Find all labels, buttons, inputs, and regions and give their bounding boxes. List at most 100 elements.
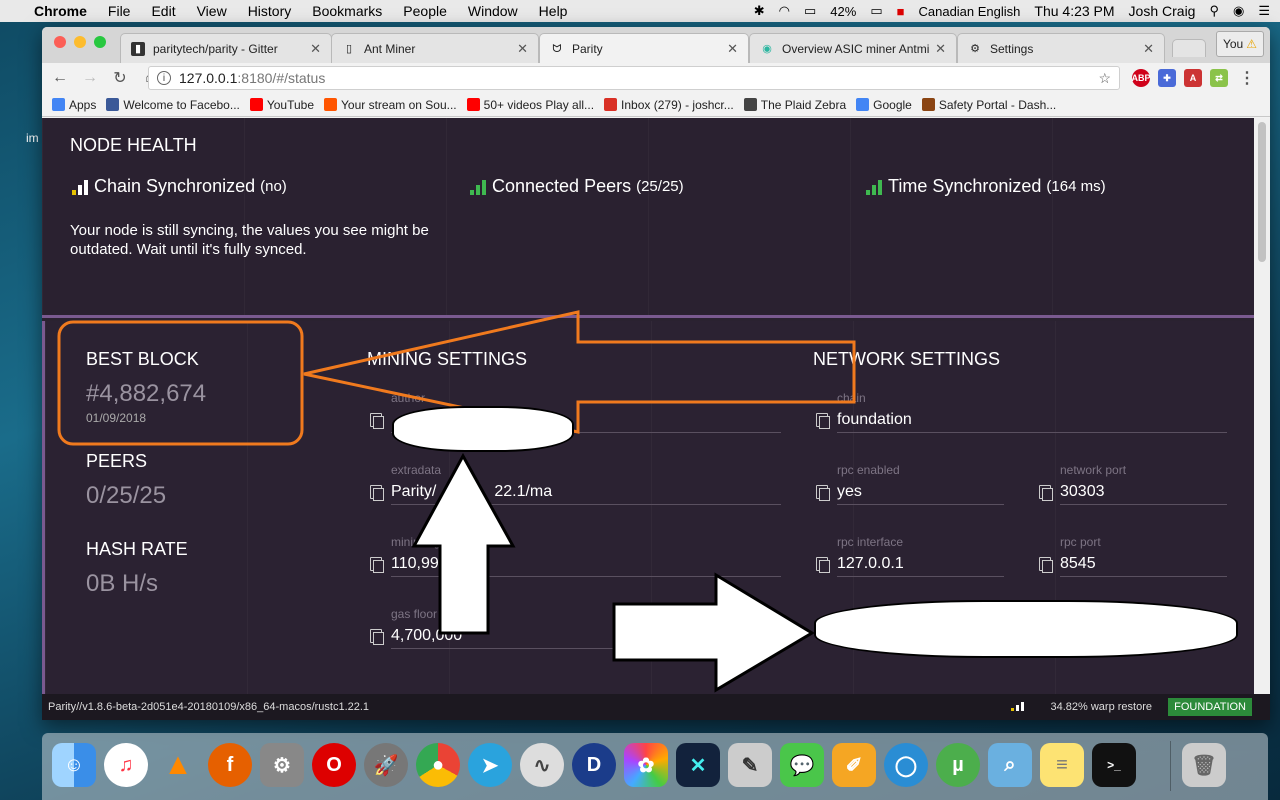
- firefox-icon[interactable]: f: [208, 743, 252, 787]
- battery-percent[interactable]: 42%: [830, 4, 856, 19]
- bookmark-gmail[interactable]: Inbox (279) - joshcr...: [604, 98, 734, 112]
- menu-window[interactable]: Window: [468, 3, 518, 19]
- copy-icon[interactable]: [1039, 557, 1053, 573]
- menu-history[interactable]: History: [248, 3, 292, 19]
- adblock-icon[interactable]: ABP: [1132, 69, 1151, 87]
- close-tab-icon[interactable]: ✕: [727, 41, 738, 57]
- system-preferences-icon[interactable]: ⚙: [260, 743, 304, 787]
- menu-icon[interactable]: ⋮: [1238, 69, 1256, 87]
- bookmark-plaid-zebra[interactable]: The Plaid Zebra: [743, 98, 846, 112]
- menu-help[interactable]: Help: [539, 3, 568, 19]
- rpc-interface-value[interactable]: 127.0.0.1: [837, 555, 1004, 577]
- menu-people[interactable]: People: [403, 3, 447, 19]
- wifi-icon[interactable]: ◠: [779, 3, 790, 19]
- pages-icon[interactable]: ✐: [832, 743, 876, 787]
- airplay-icon[interactable]: ▭: [804, 3, 816, 19]
- chrome-icon[interactable]: ●: [416, 743, 460, 787]
- tab-overview-asic[interactable]: ◉ Overview ASIC miner Antmi ✕: [749, 33, 957, 63]
- tab-gitter[interactable]: ▮ paritytech/parity - Gitter ✕: [120, 33, 332, 63]
- rpc-port-value[interactable]: 8545: [1060, 555, 1227, 577]
- extradata-value[interactable]: Parity/22.1/ma: [391, 483, 781, 505]
- minimize-window-button[interactable]: [74, 36, 86, 48]
- back-icon[interactable]: ←: [48, 69, 72, 87]
- vlc-icon[interactable]: ▲: [156, 743, 200, 787]
- user-name[interactable]: Josh Craig: [1129, 3, 1196, 19]
- rpc-enabled-value[interactable]: yes: [837, 483, 1004, 505]
- input-source[interactable]: Canadian English: [918, 4, 1020, 19]
- tab-parity[interactable]: ᗢ Parity ✕: [539, 33, 749, 64]
- battery-icon[interactable]: ▭: [870, 3, 882, 19]
- preview-icon[interactable]: ⌕: [988, 743, 1032, 787]
- copy-icon[interactable]: [1039, 485, 1053, 501]
- min-gas-price-value[interactable]: 110,99: [391, 555, 781, 577]
- launchpad-icon[interactable]: 🚀: [364, 743, 408, 787]
- bookmark-safety-portal[interactable]: Safety Portal - Dash...: [921, 98, 1056, 112]
- opera-icon[interactable]: O: [312, 743, 356, 787]
- tab-settings[interactable]: ⚙ Settings ✕: [957, 33, 1165, 63]
- bookmark-youtube[interactable]: YouTube: [249, 98, 314, 112]
- copy-icon[interactable]: [370, 413, 384, 429]
- notes-icon[interactable]: ≡: [1040, 743, 1084, 787]
- copy-icon[interactable]: [370, 485, 384, 501]
- page-scrollbar[interactable]: [1254, 118, 1270, 720]
- close-tab-icon[interactable]: ✕: [517, 41, 528, 57]
- bookmark-facebook[interactable]: Welcome to Facebo...: [106, 98, 240, 112]
- close-tab-icon[interactable]: ✕: [310, 41, 321, 57]
- chain-value[interactable]: foundation: [837, 411, 1227, 433]
- copy-icon[interactable]: [370, 557, 384, 573]
- spotlight-icon[interactable]: ⚲: [1209, 3, 1219, 19]
- menu-edit[interactable]: Edit: [151, 3, 175, 19]
- script-editor-icon[interactable]: ✎: [728, 743, 772, 787]
- notification-center-icon[interactable]: ☰: [1258, 3, 1270, 19]
- copy-icon[interactable]: [816, 485, 830, 501]
- tab-strip: ▮ paritytech/parity - Gitter ✕ ▯ Ant Min…: [42, 27, 1270, 64]
- menu-app-name[interactable]: Chrome: [34, 3, 87, 19]
- telegram-icon[interactable]: ➤: [468, 743, 512, 787]
- forward-icon[interactable]: →: [78, 69, 102, 87]
- reload-icon[interactable]: ↻: [108, 68, 132, 88]
- bookmark-soundcloud[interactable]: Your stream on Sou...: [324, 98, 457, 112]
- digibyte-icon[interactable]: D: [572, 743, 616, 787]
- copy-icon[interactable]: [816, 413, 830, 429]
- tab-ant-miner[interactable]: ▯ Ant Miner ✕: [331, 33, 539, 63]
- translate-extension-icon[interactable]: ⇄: [1210, 69, 1228, 87]
- bookmark-star-icon[interactable]: ☆: [1098, 70, 1111, 87]
- bookmark-google[interactable]: Google: [856, 98, 912, 112]
- menu-view[interactable]: View: [197, 3, 227, 19]
- menu-bookmarks[interactable]: Bookmarks: [312, 3, 382, 19]
- bookmark-apps[interactable]: Apps: [52, 98, 96, 112]
- itunes-icon[interactable]: ♫: [104, 743, 148, 787]
- trash-icon[interactable]: 🗑: [1182, 743, 1226, 787]
- close-tab-icon[interactable]: ✕: [935, 41, 946, 57]
- bluetooth-icon[interactable]: ✱: [754, 3, 765, 19]
- desktop-icon-label[interactable]: im: [26, 131, 39, 145]
- utorrent-icon[interactable]: µ: [936, 743, 980, 787]
- finder-icon[interactable]: ☺: [52, 743, 96, 787]
- profile-button[interactable]: You ⚠: [1216, 31, 1264, 57]
- new-tab-button[interactable]: [1172, 39, 1206, 57]
- puzzle-extension-icon[interactable]: ✚: [1158, 69, 1176, 87]
- info-icon[interactable]: i: [157, 71, 171, 85]
- scrollbar-thumb[interactable]: [1258, 122, 1266, 262]
- cloud-icon[interactable]: ◯: [884, 743, 928, 787]
- copy-icon[interactable]: [816, 557, 830, 573]
- clock[interactable]: Thu 4:23 PM: [1034, 3, 1114, 19]
- wechat-icon[interactable]: 💬: [780, 743, 824, 787]
- sierra-icon[interactable]: ∿: [520, 743, 564, 787]
- pdf-extension-icon[interactable]: A: [1184, 69, 1202, 87]
- gas-floor-value[interactable]: 4,700,000: [391, 627, 781, 649]
- terminal-icon[interactable]: >_: [1092, 743, 1136, 787]
- network-port-value[interactable]: 30303: [1060, 483, 1227, 505]
- exodus-icon[interactable]: ✕: [676, 743, 720, 787]
- bookmark-videos[interactable]: 50+ videos Play all...: [466, 98, 594, 112]
- close-window-button[interactable]: [54, 36, 66, 48]
- signal-full-icon: [866, 179, 882, 195]
- photos-icon[interactable]: ✿: [624, 743, 668, 787]
- close-tab-icon[interactable]: ✕: [1143, 41, 1154, 57]
- zoom-window-button[interactable]: [94, 36, 106, 48]
- address-bar[interactable]: i 127.0.0.1:8180/#/status ☆: [148, 66, 1120, 90]
- copy-icon[interactable]: [370, 629, 384, 645]
- siri-icon[interactable]: ◉: [1233, 3, 1244, 19]
- menu-file[interactable]: File: [108, 3, 131, 19]
- rpc-enabled-field: rpc enabled yes: [837, 463, 1004, 505]
